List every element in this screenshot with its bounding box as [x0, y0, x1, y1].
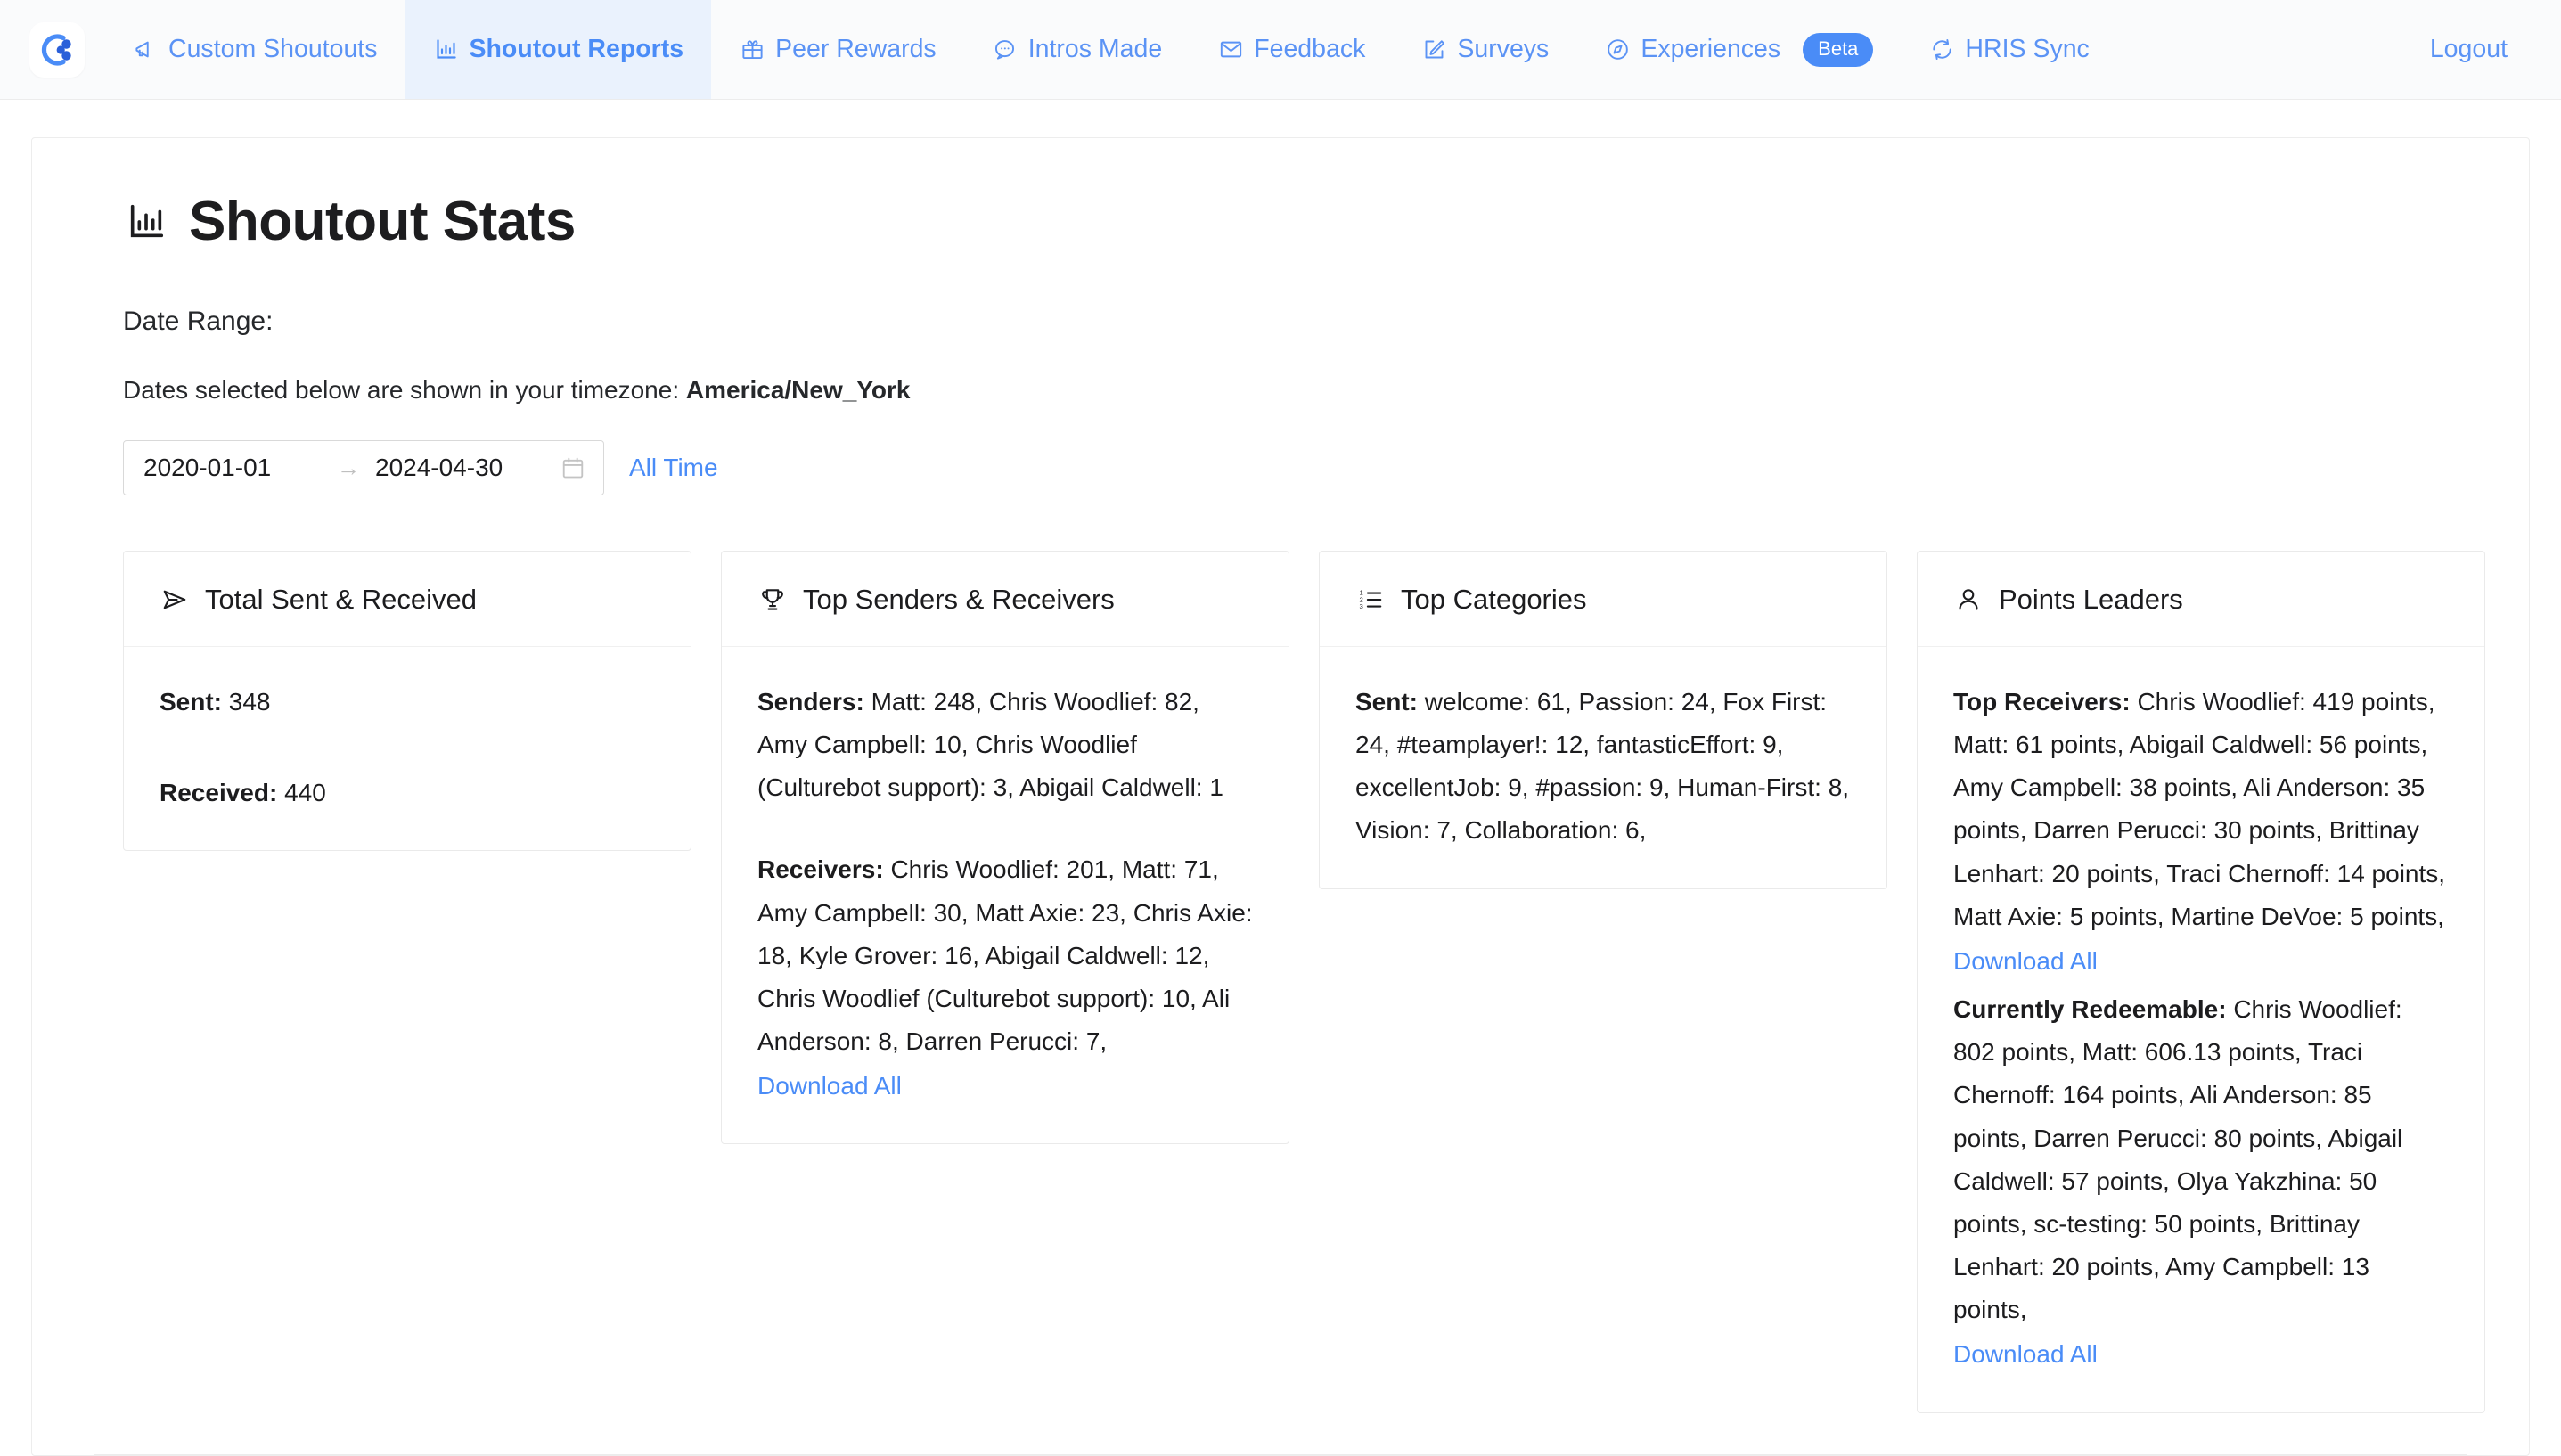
nav-item-label: Shoutout Reports: [469, 35, 684, 64]
nav-item-label: Surveys: [1457, 35, 1550, 64]
points-top-receivers-label: Top Receivers:: [1953, 688, 2131, 716]
card-body: Sent: 348 Received: 440: [124, 647, 691, 850]
download-all-link-redeemable[interactable]: Download All: [1953, 1333, 2098, 1376]
nav-item-label: Experiences: [1641, 35, 1781, 64]
card-body: Top Receivers: Chris Woodlief: 419 point…: [1918, 647, 2484, 1412]
nav-item-hris-sync[interactable]: HRIS Sync: [1901, 0, 2116, 99]
nav-item-label: Intros Made: [1027, 35, 1163, 64]
top-navigation-bar: Custom Shoutouts Shoutout Reports Peer R…: [0, 0, 2561, 100]
page-title: Shoutout Stats: [123, 190, 2467, 253]
total-received-line: Received: 440: [160, 772, 655, 814]
nav-item-shoutout-reports[interactable]: Shoutout Reports: [405, 0, 712, 99]
envelope-icon: [1217, 37, 1244, 63]
total-received-value: 440: [284, 779, 326, 807]
send-icon: [160, 585, 190, 615]
timezone-note: Dates selected below are shown in your t…: [123, 376, 2467, 405]
points-top-receivers-paragraph: Top Receivers: Chris Woodlief: 419 point…: [1953, 681, 2449, 938]
page-shell: Shoutout Stats Date Range: Dates selecte…: [0, 100, 2561, 1456]
senders-label: Senders:: [757, 688, 864, 716]
megaphone-icon: [132, 37, 159, 63]
nav-item-peer-rewards[interactable]: Peer Rewards: [711, 0, 964, 99]
culturebot-logo-icon[interactable]: [29, 21, 85, 78]
date-end-input[interactable]: 2024-04-30: [375, 454, 553, 482]
refresh-icon: [1928, 37, 1955, 63]
points-redeemable-label: Currently Redeemable:: [1953, 995, 2227, 1024]
panel-bottom-divider: [94, 1453, 2467, 1455]
card-header: Total Sent & Received: [124, 552, 691, 647]
nav-item-label: Custom Shoutouts: [168, 35, 378, 64]
beta-badge: Beta: [1803, 32, 1874, 67]
compass-icon: [1604, 37, 1631, 63]
nav-item-label: Peer Rewards: [775, 35, 937, 64]
nav-item-feedback[interactable]: Feedback: [1190, 0, 1393, 99]
date-range-row: 2020-01-01 → 2024-04-30 All Time: [123, 440, 2467, 495]
card-body: Sent: welcome: 61, Passion: 24, Fox Firs…: [1320, 647, 1886, 888]
card-header: Top Senders & Receivers: [722, 552, 1289, 647]
total-sent-value: 348: [228, 688, 271, 716]
card-top-senders-receivers: Top Senders & Receivers Senders: Matt: 2…: [721, 551, 1289, 1145]
all-time-button[interactable]: All Time: [629, 454, 718, 482]
page-title-text: Shoutout Stats: [189, 191, 576, 252]
nav-items: Custom Shoutouts Shoutout Reports Peer R…: [104, 0, 2430, 99]
bar-chart-icon: [123, 199, 169, 245]
card-header: 1 2 3 Top Categories: [1320, 552, 1886, 647]
nav-right-section: Logout: [2430, 0, 2561, 99]
categories-sent-value: welcome: 61, Passion: 24, Fox First: 24,…: [1355, 688, 1850, 845]
total-sent-label: Sent:: [160, 688, 222, 716]
timezone-note-prefix: Dates selected below are shown in your t…: [123, 376, 686, 404]
categories-sent-label: Sent:: [1355, 688, 1418, 716]
card-body: Senders: Matt: 248, Chris Woodlief: 82, …: [722, 647, 1289, 1143]
senders-paragraph: Senders: Matt: 248, Chris Woodlief: 82, …: [757, 681, 1253, 809]
points-redeemable-paragraph: Currently Redeemable: Chris Woodlief: 80…: [1953, 988, 2449, 1331]
main-panel: Shoutout Stats Date Range: Dates selecte…: [31, 137, 2530, 1456]
date-start-input[interactable]: 2020-01-01: [143, 454, 322, 482]
date-range-picker[interactable]: 2020-01-01 → 2024-04-30: [123, 440, 604, 495]
card-title: Top Senders & Receivers: [803, 584, 1115, 615]
card-title: Points Leaders: [1999, 584, 2183, 615]
nav-item-label: HRIS Sync: [1965, 35, 2090, 64]
receivers-value: Chris Woodlief: 201, Matt: 71, Amy Campb…: [757, 855, 1253, 1056]
card-points-leaders: Points Leaders Top Receivers: Chris Wood…: [1917, 551, 2485, 1413]
nav-item-custom-shoutouts[interactable]: Custom Shoutouts: [104, 0, 405, 99]
receivers-paragraph: Receivers: Chris Woodlief: 201, Matt: 71…: [757, 848, 1253, 1063]
calendar-icon[interactable]: [560, 455, 585, 480]
ordered-list-icon: 1 2 3: [1355, 585, 1386, 615]
logo-container[interactable]: [0, 0, 104, 99]
date-range-separator: →: [337, 454, 360, 481]
user-icon: [1953, 585, 1984, 615]
card-top-categories: 1 2 3 Top Categories Sent: welcome: 61, …: [1319, 551, 1887, 889]
nav-item-surveys[interactable]: Surveys: [1393, 0, 1576, 99]
date-range-label: Date Range:: [123, 307, 274, 336]
download-all-link[interactable]: Download All: [757, 1065, 902, 1108]
bar-chart-icon: [432, 37, 459, 63]
points-top-receivers-value: Chris Woodlief: 419 points, Matt: 61 poi…: [1953, 688, 2446, 930]
edit-square-icon: [1420, 37, 1447, 63]
download-row: Download All: [757, 1065, 1253, 1108]
receivers-label: Receivers:: [757, 855, 884, 884]
trophy-icon: [757, 585, 788, 615]
nav-item-experiences[interactable]: Experiences Beta: [1576, 0, 1901, 99]
card-title: Top Categories: [1401, 584, 1587, 615]
logout-button[interactable]: Logout: [2430, 35, 2508, 64]
svg-text:3: 3: [1360, 602, 1363, 610]
nav-item-label: Feedback: [1254, 35, 1366, 64]
download-all-link-top-receivers[interactable]: Download All: [1953, 940, 2098, 983]
card-header: Points Leaders: [1918, 552, 2484, 647]
total-received-label: Received:: [160, 779, 278, 807]
stats-cards-row: Total Sent & Received Sent: 348 Received…: [123, 551, 2485, 1413]
card-title: Total Sent & Received: [205, 584, 478, 615]
points-redeemable-value: Chris Woodlief: 802 points, Matt: 606.13…: [1953, 995, 2403, 1324]
gift-icon: [739, 37, 765, 63]
categories-sent-paragraph: Sent: welcome: 61, Passion: 24, Fox Firs…: [1355, 681, 1851, 853]
nav-item-intros-made[interactable]: Intros Made: [964, 0, 1190, 99]
total-sent-line: Sent: 348: [160, 681, 655, 724]
timezone-value: America/New_York: [685, 376, 911, 404]
chat-bubble-icon: [992, 37, 1019, 63]
card-total-sent-received: Total Sent & Received Sent: 348 Received…: [123, 551, 691, 852]
download-row-top-receivers: Download All: [1953, 940, 2449, 983]
download-row-redeemable: Download All: [1953, 1333, 2449, 1376]
